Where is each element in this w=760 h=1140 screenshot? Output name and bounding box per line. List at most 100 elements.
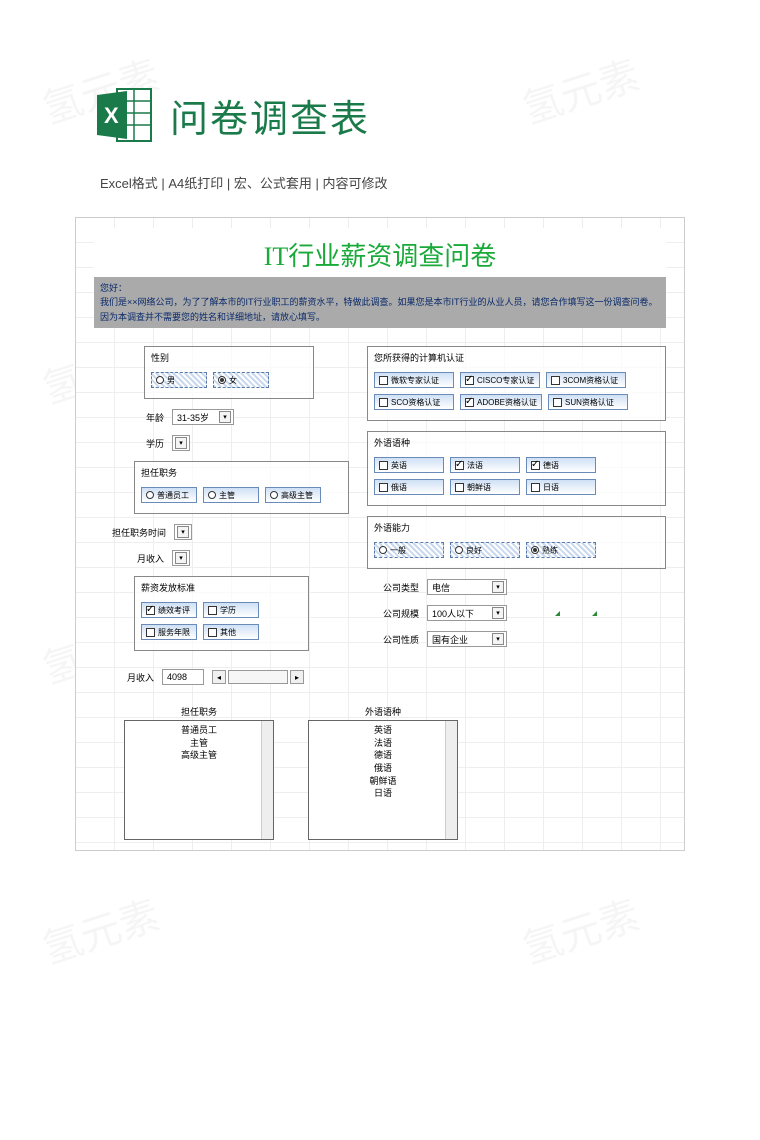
page-subtitle: Excel格式 | A4纸打印 | 宏、公式套用 | 内容可修改 <box>0 165 760 192</box>
salarystd-opt2-label: 学历 <box>220 605 236 616</box>
salarystd-opt3-label: 服务年限 <box>158 627 190 638</box>
salarystd-opt1-label: 绩效考评 <box>158 605 190 616</box>
position-opt1-label: 普通员工 <box>157 490 189 501</box>
lang-opt6-checkbox[interactable]: 日语 <box>526 479 596 495</box>
cert-opt5-label: ADOBE资格认证 <box>477 397 537 408</box>
salarystd-opt2-checkbox[interactable]: 学历 <box>203 602 259 618</box>
age-value: 31-35岁 <box>177 411 209 424</box>
salarystd-opt4-label: 其他 <box>220 627 236 638</box>
list-item[interactable]: 朝鲜语 <box>313 775 453 788</box>
gender-female-label: 女 <box>229 375 237 386</box>
cert-opt2-checkbox[interactable]: CISCO专家认证 <box>460 372 540 388</box>
list-item[interactable]: 德语 <box>313 749 453 762</box>
langskill-opt3-radio[interactable]: 熟练 <box>526 542 596 558</box>
salarystd-opt1-checkbox[interactable]: 绩效考评 <box>141 602 197 618</box>
list-item[interactable]: 高级主管 <box>129 749 269 762</box>
page-title: 问卷调查表 <box>170 88 370 143</box>
gender-female-radio[interactable]: 女 <box>213 372 269 388</box>
watermark: 氢元素 <box>34 883 166 975</box>
lang-opt4-checkbox[interactable]: 俄语 <box>374 479 444 495</box>
lang-listbox[interactable]: 英语 法语 德语 俄语 朝鲜语 日语 <box>308 720 458 840</box>
position-group-title: 担任职务 <box>141 466 342 481</box>
position-opt1-radio[interactable]: 普通员工 <box>141 487 197 503</box>
scrollbar[interactable] <box>261 721 273 839</box>
conature-label: 公司性质 <box>369 633 419 646</box>
position-opt2-label: 主管 <box>219 490 235 501</box>
cotype-label: 公司类型 <box>369 581 419 594</box>
cell-indicator-icon <box>555 611 560 616</box>
intro-line-2: 因为本调查并不需要您的姓名和详细地址，请放心填写。 <box>100 310 660 324</box>
lang-opt5-checkbox[interactable]: 朝鲜语 <box>450 479 520 495</box>
list-item[interactable]: 日语 <box>313 787 453 800</box>
salarystd-group-title: 薪资发放标准 <box>141 581 302 596</box>
conature-dropdown[interactable]: 国有企业▾ <box>427 631 507 647</box>
position-opt2-radio[interactable]: 主管 <box>203 487 259 503</box>
lang-group-title: 外语语种 <box>374 436 659 451</box>
edu-label: 学历 <box>114 437 164 450</box>
salarystd-opt4-checkbox[interactable]: 其他 <box>203 624 259 640</box>
list-item[interactable]: 普通员工 <box>129 724 269 737</box>
langskill-opt2-radio[interactable]: 良好 <box>450 542 520 558</box>
gender-male-label: 男 <box>167 375 175 386</box>
cell-indicator-icon <box>592 611 597 616</box>
spreadsheet-preview: IT行业薪资调查问卷 您好： 我们是××网络公司，为了了解本市的IT行业职工的薪… <box>75 217 685 851</box>
intro-greeting: 您好： <box>100 281 660 295</box>
scrollbar[interactable] <box>445 721 457 839</box>
cert-opt6-label: SUN资格认证 <box>565 397 614 408</box>
position-listbox[interactable]: 普通员工 主管 高级主管 <box>124 720 274 840</box>
list-item[interactable]: 俄语 <box>313 762 453 775</box>
position-opt3-label: 高级主管 <box>281 490 313 501</box>
cert-opt3-label: 3COM资格认证 <box>563 375 618 386</box>
gender-male-radio[interactable]: 男 <box>151 372 207 388</box>
list-item[interactable]: 英语 <box>313 724 453 737</box>
chevron-down-icon: ▾ <box>492 633 504 645</box>
cert-opt6-checkbox[interactable]: SUN资格认证 <box>548 394 628 410</box>
list-item[interactable]: 主管 <box>129 737 269 750</box>
position-opt3-radio[interactable]: 高级主管 <box>265 487 321 503</box>
lang-opt2-checkbox[interactable]: 法语 <box>450 457 520 473</box>
tenure-label: 担任职务时间 <box>96 526 166 539</box>
arrow-left-icon[interactable]: ◂ <box>212 670 226 684</box>
age-dropdown[interactable]: 31-35岁▾ <box>172 409 234 425</box>
langskill-opt3-label: 熟练 <box>542 545 558 556</box>
tenure-dropdown[interactable]: ▾ <box>174 524 192 540</box>
chevron-down-icon: ▾ <box>175 437 187 449</box>
cotype-dropdown[interactable]: 电信▾ <box>427 579 507 595</box>
chevron-down-icon: ▾ <box>177 526 189 538</box>
cert-opt3-checkbox[interactable]: 3COM资格认证 <box>546 372 626 388</box>
langskill-opt2-label: 良好 <box>466 545 482 556</box>
lang-opt6-label: 日语 <box>543 482 559 493</box>
lang-opt5-label: 朝鲜语 <box>467 482 491 493</box>
salarystd-opt3-checkbox[interactable]: 服务年限 <box>141 624 197 640</box>
lang-opt1-checkbox[interactable]: 英语 <box>374 457 444 473</box>
cert-opt5-checkbox[interactable]: ADOBE资格认证 <box>460 394 542 410</box>
cosize-dropdown[interactable]: 100人以下▾ <box>427 605 507 621</box>
list-item[interactable]: 法语 <box>313 737 453 750</box>
lang-opt1-label: 英语 <box>391 460 407 471</box>
chevron-down-icon: ▾ <box>175 552 187 564</box>
arrow-right-icon[interactable]: ▸ <box>290 670 304 684</box>
cert-opt4-checkbox[interactable]: SCO资格认证 <box>374 394 454 410</box>
langskill-opt1-radio[interactable]: 一般 <box>374 542 444 558</box>
income2-label: 月收入 <box>104 671 154 684</box>
cert-group-title: 您所获得的计算机认证 <box>374 351 659 366</box>
listbox-pos-title: 担任职务 <box>124 705 274 718</box>
cosize-value: 100人以下 <box>432 607 474 620</box>
lang-opt3-checkbox[interactable]: 德语 <box>526 457 596 473</box>
monthly-dropdown[interactable]: ▾ <box>172 550 190 566</box>
edu-dropdown[interactable]: ▾ <box>172 435 190 451</box>
cert-opt2-label: CISCO专家认证 <box>477 375 534 386</box>
langskill-group-title: 外语能力 <box>374 521 659 536</box>
cert-opt1-checkbox[interactable]: 微软专家认证 <box>374 372 454 388</box>
monthly-label: 月收入 <box>114 552 164 565</box>
income2-scrollbar[interactable]: ◂ ▸ <box>212 670 304 684</box>
cert-opt4-label: SCO资格认证 <box>391 397 440 408</box>
income2-value-box[interactable]: 4098 <box>162 669 204 685</box>
document-title: IT行业薪资调查问卷 <box>94 228 666 277</box>
income2-value: 4098 <box>167 672 187 682</box>
cosize-label: 公司规模 <box>369 607 419 620</box>
langskill-opt1-label: 一般 <box>390 545 406 556</box>
gender-group-title: 性别 <box>151 351 307 366</box>
listbox-lang-title: 外语语种 <box>308 705 458 718</box>
chevron-down-icon: ▾ <box>492 581 504 593</box>
